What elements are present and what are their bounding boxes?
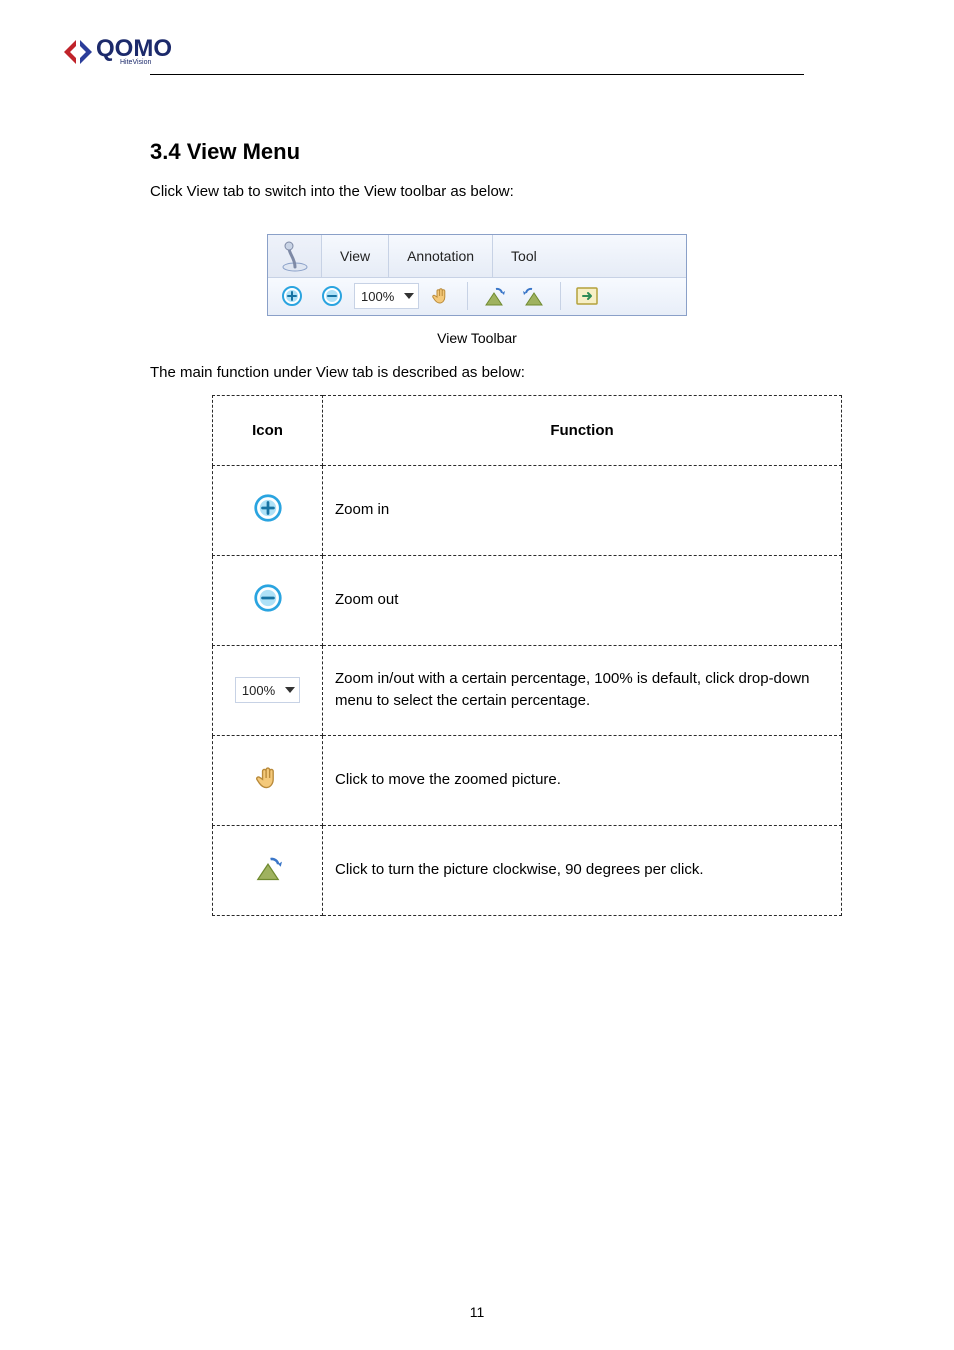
- section-heading: 3.4 View Menu: [150, 139, 892, 165]
- table-row: Zoom in: [213, 465, 842, 555]
- table-row: Zoom out: [213, 555, 842, 645]
- view-toolbar: View Annotation Tool: [267, 234, 687, 316]
- hand-icon: [253, 763, 283, 793]
- tab-label: Tool: [511, 248, 537, 264]
- toolbar-button-row: 100%: [268, 277, 686, 315]
- tab-view[interactable]: View: [322, 235, 389, 277]
- header-function: Function: [323, 395, 842, 465]
- fit-screen-icon: [575, 286, 599, 306]
- rotate-ccw-button[interactable]: [516, 281, 552, 311]
- fit-screen-button[interactable]: [569, 281, 605, 311]
- chevron-down-icon: [283, 683, 297, 697]
- zoom-value: 100%: [361, 289, 394, 304]
- brand-logo: QOMO HiteVision: [62, 30, 892, 66]
- zoom-percent-select[interactable]: 100%: [354, 283, 419, 309]
- rotate-cw-icon: [482, 285, 506, 307]
- section-number: 3.4: [150, 139, 181, 164]
- tab-annotation[interactable]: Annotation: [389, 235, 493, 277]
- zoom-in-button[interactable]: [274, 281, 310, 311]
- intro-text: Click View tab to switch into the View t…: [150, 181, 892, 204]
- table-row: Click to turn the picture clockwise, 90 …: [213, 825, 842, 915]
- rotate-cw-button[interactable]: [476, 281, 512, 311]
- cell-function: Click to turn the picture clockwise, 90 …: [323, 825, 842, 915]
- cell-icon: [213, 735, 323, 825]
- toolbar-tab-row: View Annotation Tool: [268, 235, 686, 277]
- svg-text:HiteVision: HiteVision: [120, 59, 151, 66]
- zoom-out-icon: [253, 583, 283, 613]
- rotate-cw-icon: [252, 854, 284, 882]
- function-table: Icon Function Zoom in: [212, 395, 842, 916]
- svg-text:QOMO: QOMO: [96, 35, 172, 62]
- header-rule: [150, 74, 804, 75]
- chevron-down-icon: [402, 289, 416, 303]
- separator: [467, 282, 468, 310]
- cell-function: Zoom out: [323, 555, 842, 645]
- tab-label: View: [340, 248, 370, 264]
- header-icon: Icon: [213, 395, 323, 465]
- rotate-ccw-icon: [522, 285, 546, 307]
- tab-tool[interactable]: Tool: [493, 235, 686, 277]
- pan-button[interactable]: [423, 281, 459, 311]
- view-toolbar-figure: View Annotation Tool: [267, 234, 687, 346]
- table-row: 100% Zoom in/out with a certain percenta…: [213, 645, 842, 735]
- cell-icon: [213, 825, 323, 915]
- zoom-out-button[interactable]: [314, 281, 350, 311]
- zoom-in-icon: [253, 493, 283, 523]
- cell-function: Zoom in: [323, 465, 842, 555]
- cell-icon: 100%: [213, 645, 323, 735]
- section-title: View Menu: [187, 139, 300, 164]
- app-icon[interactable]: [268, 235, 322, 277]
- figure-caption: View Toolbar: [267, 330, 687, 346]
- cell-function: Zoom in/out with a certain percentage, 1…: [323, 645, 842, 735]
- table-row: Click to move the zoomed picture.: [213, 735, 842, 825]
- tab-label: Annotation: [407, 248, 474, 264]
- zoom-percent-select[interactable]: 100%: [235, 677, 300, 703]
- cell-function: Click to move the zoomed picture.: [323, 735, 842, 825]
- zoom-out-icon: [321, 285, 343, 307]
- table-header-row: Icon Function: [213, 395, 842, 465]
- table-description: The main function under View tab is desc…: [150, 364, 892, 381]
- zoom-value: 100%: [242, 683, 275, 698]
- hand-icon: [430, 285, 452, 307]
- page-number: 11: [0, 1304, 954, 1320]
- zoom-in-icon: [281, 285, 303, 307]
- cell-icon: [213, 465, 323, 555]
- cell-icon: [213, 555, 323, 645]
- camera-stand-icon: [278, 240, 312, 272]
- separator: [560, 282, 561, 310]
